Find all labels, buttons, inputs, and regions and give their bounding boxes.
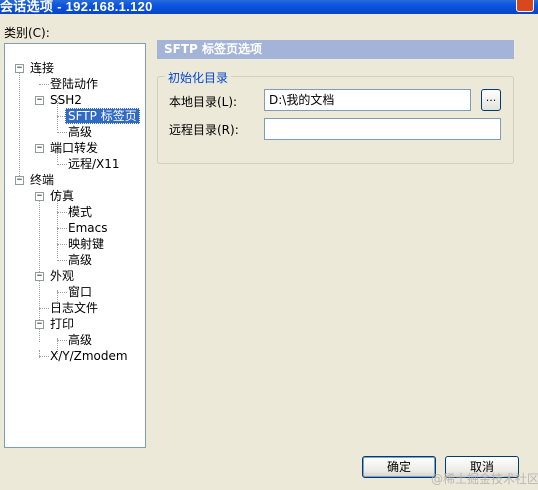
tree-item-ssh2[interactable]: SSH2	[50, 93, 82, 107]
tree-item-emacs[interactable]: Emacs	[68, 221, 107, 235]
tree-line	[57, 194, 58, 258]
tree-item-connection[interactable]: 连接	[30, 61, 54, 75]
tree-item-appearance[interactable]: 外观	[50, 269, 74, 283]
category-label: 类别(C):	[4, 26, 50, 40]
close-icon[interactable]	[516, 0, 534, 12]
tree-line	[57, 260, 67, 261]
tree-item-xyzmodem[interactable]: X/Y/Zmodem	[50, 349, 128, 363]
tree-item-terminal[interactable]: 终端	[30, 173, 54, 187]
tree-item-emulation[interactable]: 仿真	[50, 189, 74, 203]
tree-item-mapped-keys[interactable]: 映射键	[68, 237, 104, 251]
tree-item-sftp-tab[interactable]: SFTP 标签页	[65, 108, 140, 124]
tree-item-printing[interactable]: 打印	[50, 317, 74, 331]
collapse-icon[interactable]: −	[35, 320, 44, 329]
remote-dir-label: 远程目录(R):	[169, 123, 239, 137]
tree-line	[57, 244, 67, 245]
ok-button[interactable]: 确定	[362, 456, 436, 478]
tree-line	[57, 212, 67, 213]
local-dir-label: 本地目录(L):	[169, 95, 238, 109]
collapse-icon[interactable]: −	[35, 96, 44, 105]
browse-button[interactable]: ...	[481, 89, 501, 111]
collapse-icon[interactable]: −	[35, 192, 44, 201]
tree-line	[19, 68, 20, 180]
tree-item-remote-x11[interactable]: 远程/X11	[68, 157, 120, 171]
collapse-icon[interactable]: −	[35, 272, 44, 281]
tree-line	[57, 340, 67, 341]
group-title: 初始化目录	[165, 69, 232, 86]
tree-item-printing-advanced[interactable]: 高级	[68, 333, 92, 347]
tree-item-port-forwarding[interactable]: 端口转发	[50, 141, 98, 155]
title-bar: 会话选项 - 192.168.1.120	[0, 0, 538, 14]
dialog-body: 类别(C): − − − − − − − 连接 登陆动作 SSH2 SFTP 标…	[0, 14, 538, 490]
tree-item-login-actions[interactable]: 登陆动作	[50, 77, 98, 91]
window-title: 会话选项 - 192.168.1.120	[0, 0, 153, 14]
tree-line	[57, 132, 67, 133]
tree-line	[57, 164, 67, 165]
tree-line	[39, 308, 49, 309]
tree-item-modes[interactable]: 模式	[68, 205, 92, 219]
category-tree[interactable]: − − − − − − − 连接 登陆动作 SSH2 SFTP 标签页 高级 端…	[4, 43, 146, 448]
tree-item-emulation-advanced[interactable]: 高级	[68, 253, 92, 267]
tree-item-log-file[interactable]: 日志文件	[50, 301, 98, 315]
panel-header: SFTP 标签页选项	[157, 40, 514, 59]
local-dir-input[interactable]: D:\我的文档	[264, 89, 471, 111]
remote-dir-input[interactable]	[264, 118, 501, 140]
tree-line	[57, 228, 67, 229]
tree-line	[39, 84, 49, 85]
tree-line	[57, 292, 67, 293]
collapse-icon[interactable]: −	[35, 144, 44, 153]
tree-line	[39, 356, 49, 357]
collapse-icon[interactable]: −	[15, 176, 24, 185]
tree-item-window[interactable]: 窗口	[68, 285, 92, 299]
tree-item-ssh2-advanced[interactable]: 高级	[68, 125, 92, 139]
watermark: @稀土掘金技术社区	[431, 472, 538, 486]
collapse-icon[interactable]: −	[15, 64, 24, 73]
